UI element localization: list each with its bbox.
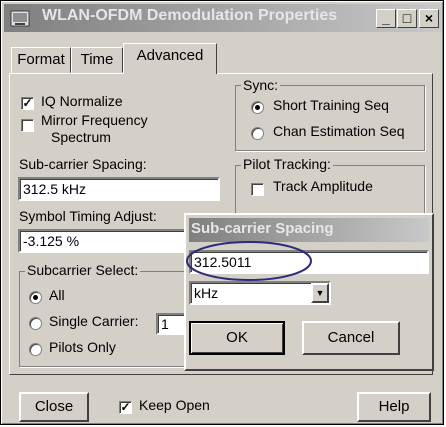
tab-time[interactable]: Time: [71, 47, 123, 73]
radio-short-training-seq[interactable]: [251, 101, 264, 114]
subdialog-title-bar[interactable]: Sub-carrier Spacing: [189, 218, 429, 242]
help-button[interactable]: Help: [357, 392, 431, 422]
iq-normalize-label: IQ Normalize: [41, 93, 123, 109]
track-amplitude-label: Track Amplitude: [273, 178, 373, 194]
unit-select[interactable]: kHz: [189, 281, 331, 305]
radio-chan-estimation-seq-label: Chan Estimation Seq: [273, 123, 405, 139]
close-window-button[interactable]: ×: [419, 9, 439, 28]
app-icon: [10, 10, 30, 27]
cancel-button[interactable]: Cancel: [302, 321, 400, 355]
window-title: WLAN-OFDM Demodulation Properties: [42, 7, 338, 24]
sync-group: [235, 85, 425, 151]
title-bar[interactable]: WLAN-OFDM Demodulation Properties _ □ ×: [4, 4, 442, 32]
radio-chan-estimation-seq[interactable]: [251, 127, 264, 140]
symbol-timing-field[interactable]: -3.125 %: [18, 229, 188, 253]
tab-format[interactable]: Format: [11, 47, 71, 73]
subcarrier-spacing-field[interactable]: 312.5 kHz: [18, 177, 220, 201]
minimize-button[interactable]: _: [376, 9, 396, 28]
mirror-frequency-label: Mirror Frequency: [41, 112, 148, 128]
radio-short-training-seq-label: Short Training Seq: [273, 97, 389, 113]
close-button[interactable]: Close: [19, 392, 89, 422]
radio-pilots-only[interactable]: [29, 343, 42, 356]
highlight-ellipse: [186, 241, 312, 281]
radio-pilots-only-label: Pilots Only: [49, 339, 116, 355]
iq-normalize-checkbox[interactable]: ✓: [21, 97, 34, 110]
radio-all[interactable]: [29, 291, 42, 304]
symbol-timing-label: Symbol Timing Adjust:: [19, 208, 157, 224]
keep-open-label: Keep Open: [139, 397, 210, 413]
keep-open-checkbox[interactable]: ✓: [119, 401, 132, 414]
maximize-button[interactable]: □: [397, 9, 417, 28]
subdialog-title: Sub-carrier Spacing: [191, 220, 334, 237]
radio-all-label: All: [49, 287, 65, 303]
subcarrier-select-legend: Subcarrier Select:: [25, 262, 141, 278]
radio-single-carrier-label: Single Carrier:: [49, 313, 139, 329]
radio-single-carrier[interactable]: [29, 317, 42, 330]
unit-dropdown-button[interactable]: ▼: [311, 283, 329, 303]
mirror-frequency-label-line2: Spectrum: [51, 129, 111, 145]
subcarrier-spacing-label: Sub-carrier Spacing:: [19, 156, 147, 172]
sync-legend: Sync:: [241, 77, 281, 93]
subcarrier-spacing-dialog: Sub-carrier Spacing 312.5011 kHz ▼ OK Ca…: [184, 213, 434, 371]
tab-advanced[interactable]: Advanced: [123, 43, 217, 74]
track-amplitude-checkbox[interactable]: [251, 183, 264, 196]
pilot-tracking-legend: Pilot Tracking:: [241, 156, 333, 172]
ok-button[interactable]: OK: [189, 321, 285, 355]
mirror-frequency-checkbox[interactable]: [21, 119, 34, 132]
